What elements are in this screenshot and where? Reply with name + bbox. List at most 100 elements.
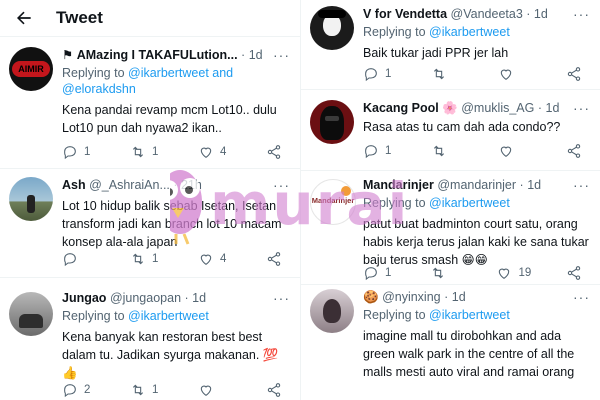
like-button[interactable]: 4 xyxy=(198,144,230,160)
retweet-button[interactable]: 1 xyxy=(130,382,162,398)
tweet-text: Kena pandai revamp mcm Lot10.. dulu Lot1… xyxy=(62,103,277,135)
avatar[interactable] xyxy=(9,177,53,221)
mention-link[interactable]: @ikarbertweet xyxy=(128,309,209,323)
reply-context: Replying to @ikarbertweet xyxy=(62,309,209,323)
more-options-icon[interactable]: ··· xyxy=(573,100,590,116)
timestamp[interactable]: 1d xyxy=(546,101,560,115)
author-name[interactable]: Mandarinjer xyxy=(363,178,434,192)
author-name[interactable]: Jungao xyxy=(62,291,106,305)
share-icon xyxy=(267,252,281,266)
reply-icon xyxy=(64,253,76,267)
avatar[interactable] xyxy=(310,6,354,50)
reply-context: Replying to @ikarbertweet xyxy=(363,196,510,210)
reply-icon xyxy=(365,68,377,82)
top-bar: Tweet xyxy=(0,0,300,37)
like-button[interactable] xyxy=(498,66,530,82)
heart-icon xyxy=(200,147,212,158)
retweet-button[interactable] xyxy=(430,265,462,281)
author-name[interactable]: Kacang Pool 🌸 xyxy=(363,101,458,115)
heart-icon xyxy=(200,254,212,265)
retweet-icon xyxy=(132,253,144,265)
reply-icon xyxy=(365,145,377,159)
share-button[interactable] xyxy=(266,382,282,398)
share-button[interactable] xyxy=(566,143,582,159)
avatar[interactable] xyxy=(310,100,354,144)
more-options-icon[interactable]: ··· xyxy=(273,47,290,63)
more-options-icon[interactable]: ··· xyxy=(273,177,290,193)
tweet-meta: Ash @_AshraiAn... · 21h xyxy=(62,178,202,192)
retweet-icon xyxy=(132,384,144,396)
retweet-button[interactable]: 1 xyxy=(130,144,162,160)
timestamp[interactable]: 1d xyxy=(192,291,206,305)
avatar[interactable] xyxy=(9,292,53,336)
timestamp[interactable]: 1d xyxy=(452,290,466,304)
avatar[interactable] xyxy=(310,289,354,333)
mention-link[interactable]: @ikarbertweet xyxy=(429,308,510,322)
back-button[interactable] xyxy=(12,6,36,30)
timestamp[interactable]: 1d xyxy=(534,7,548,21)
tweet-text: Kena banyak kan restoran best best dalam… xyxy=(62,330,279,380)
tweet-actions: 1 19 xyxy=(363,265,582,281)
page-title: Tweet xyxy=(56,8,103,27)
reply-icon xyxy=(365,267,377,281)
reply-icon xyxy=(64,146,76,160)
author-handle[interactable]: @_AshraiAn... xyxy=(89,178,170,192)
more-options-icon[interactable]: ··· xyxy=(573,177,590,193)
like-button[interactable]: 19 xyxy=(496,265,531,281)
tweet-meta: 🍪 @nyinxing · 1d xyxy=(363,290,466,304)
timestamp[interactable]: 1d xyxy=(249,48,263,62)
reply-button[interactable] xyxy=(62,251,94,267)
tweet-text: imagine mall tu dirobohkan and ada green… xyxy=(363,329,575,379)
mention-link[interactable]: @ikarbertweet xyxy=(429,196,510,210)
tweet-meta: V for Vendetta @Vandeeta3 · 1d xyxy=(363,7,548,21)
tweet-actions: 1 xyxy=(363,66,582,82)
share-icon xyxy=(567,67,581,81)
more-options-icon[interactable]: ··· xyxy=(273,290,290,306)
left-panel: Tweet AIMIR ⚑ AMazing I TAKAFULution... … xyxy=(0,0,300,400)
author-handle[interactable]: @muklis_AG xyxy=(461,101,534,115)
share-button[interactable] xyxy=(566,66,582,82)
author-name[interactable]: AMazing I TAKAFULution... xyxy=(77,48,238,62)
heart-icon xyxy=(200,385,212,396)
timestamp[interactable]: 21h xyxy=(181,178,202,192)
tweet[interactable]: 🍪 @nyinxing · 1d ··· Replying to @ikarbe… xyxy=(301,285,600,400)
reply-button[interactable]: 1 xyxy=(62,144,94,160)
reply-button[interactable]: 2 xyxy=(62,382,94,398)
reply-button[interactable]: 1 xyxy=(363,143,395,159)
tweet[interactable]: Mandarinjer Mandarinjer @mandarinjer · 1… xyxy=(301,171,600,285)
share-button[interactable] xyxy=(266,251,282,267)
share-button[interactable] xyxy=(566,265,582,281)
author-handle[interactable]: @jungaopan xyxy=(110,291,181,305)
tweet[interactable]: Jungao @jungaopan · 1d ··· Replying to @… xyxy=(0,278,300,400)
tweet-text: Lot 10 hidup balik sebab Isetan, Isetan … xyxy=(62,199,282,249)
avatar[interactable]: AIMIR xyxy=(9,47,53,91)
author-handle[interactable]: @nyinxing xyxy=(382,290,441,304)
author-name[interactable]: 🍪 xyxy=(363,290,379,304)
reply-context: Replying to @ikarbertweet xyxy=(363,25,510,39)
reply-button[interactable]: 1 xyxy=(363,265,395,281)
retweet-button[interactable] xyxy=(431,143,463,159)
tweet[interactable]: V for Vendetta @Vandeeta3 · 1d ··· Reply… xyxy=(301,0,600,90)
share-button[interactable] xyxy=(266,144,282,160)
more-options-icon[interactable]: ··· xyxy=(573,289,590,305)
author-name[interactable]: V for Vendetta xyxy=(363,7,447,21)
more-options-icon[interactable]: ··· xyxy=(573,6,590,22)
author-handle[interactable]: @mandarinjer xyxy=(437,178,516,192)
author-name[interactable]: Ash xyxy=(62,178,86,192)
tweet-actions: 1 xyxy=(363,143,582,159)
author-handle[interactable]: @Vandeeta3 xyxy=(451,7,523,21)
like-button[interactable] xyxy=(498,143,530,159)
tweet[interactable]: AIMIR ⚑ AMazing I TAKAFULution... · 1d ·… xyxy=(0,37,300,169)
tweet[interactable]: Kacang Pool 🌸 @muklis_AG · 1d ··· Rasa a… xyxy=(301,90,600,171)
mention-link[interactable]: @ikarbertweet xyxy=(429,25,510,39)
share-icon xyxy=(567,144,581,158)
like-button[interactable]: 4 xyxy=(198,251,230,267)
like-button[interactable] xyxy=(198,382,230,398)
right-panel: V for Vendetta @Vandeeta3 · 1d ··· Reply… xyxy=(300,0,600,400)
avatar[interactable]: Mandarinjer xyxy=(310,179,356,225)
retweet-button[interactable]: 1 xyxy=(130,251,162,267)
tweet[interactable]: Ash @_AshraiAn... · 21h ··· Lot 10 hidup… xyxy=(0,169,300,278)
reply-button[interactable]: 1 xyxy=(363,66,395,82)
timestamp[interactable]: 1d xyxy=(527,178,541,192)
retweet-button[interactable] xyxy=(431,66,463,82)
